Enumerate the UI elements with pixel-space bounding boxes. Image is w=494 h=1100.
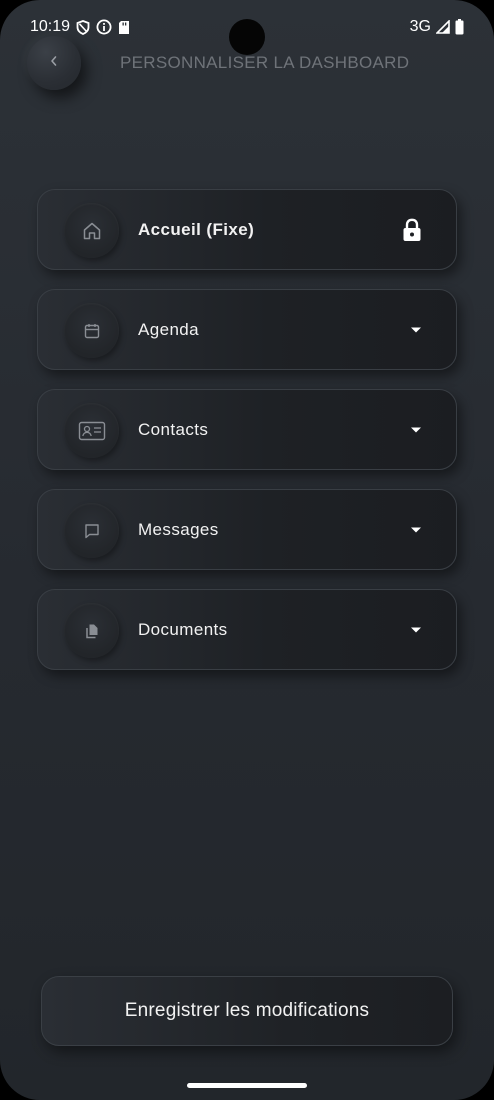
- dashboard-sections-list: Accueil (Fixe) Agenda Contacts Messages …: [37, 189, 457, 689]
- section-card-contacts[interactable]: Contacts: [37, 389, 457, 470]
- section-card-messages[interactable]: Messages: [37, 489, 457, 570]
- section-label: Agenda: [138, 319, 200, 339]
- dropdown-arrow-icon[interactable]: [410, 426, 422, 433]
- status-right: 3G: [410, 18, 464, 36]
- message-icon: [64, 503, 119, 558]
- status-left: 10:19: [30, 18, 130, 36]
- home-indicator[interactable]: [187, 1083, 307, 1088]
- lock-icon: [402, 218, 422, 242]
- shield-icon: [76, 19, 90, 35]
- phone-screen: 10:19 3G PERSONNALISER LA DASHBOARD Accu…: [0, 0, 494, 1100]
- sd-card-icon: [118, 20, 130, 35]
- calendar-icon: [64, 303, 119, 358]
- section-label: Accueil (Fixe): [138, 219, 255, 239]
- save-changes-button[interactable]: Enregistrer les modifications: [41, 976, 453, 1046]
- contact-card-icon: [64, 403, 119, 458]
- section-label: Contacts: [138, 419, 209, 439]
- chevron-left-icon: [49, 54, 59, 72]
- battery-icon: [455, 19, 464, 35]
- section-label: Messages: [138, 519, 219, 539]
- back-button[interactable]: [27, 36, 81, 90]
- status-time: 10:19: [30, 18, 71, 35]
- home-icon: [64, 203, 119, 258]
- dropdown-arrow-icon[interactable]: [410, 626, 422, 633]
- section-card-accueil: Accueil (Fixe): [37, 189, 457, 270]
- dropdown-arrow-icon[interactable]: [410, 326, 422, 333]
- save-changes-label: Enregistrer les modifications: [124, 1000, 370, 1021]
- page-title: PERSONNALISER LA DASHBOARD: [120, 53, 410, 72]
- documents-icon: [64, 603, 119, 658]
- info-icon: [96, 19, 112, 35]
- section-label: Documents: [138, 619, 228, 639]
- section-card-agenda[interactable]: Agenda: [37, 289, 457, 370]
- network-type: 3G: [409, 18, 431, 35]
- dropdown-arrow-icon[interactable]: [410, 526, 422, 533]
- front-camera: [229, 19, 265, 55]
- signal-icon: [436, 20, 450, 34]
- section-card-documents[interactable]: Documents: [37, 589, 457, 670]
